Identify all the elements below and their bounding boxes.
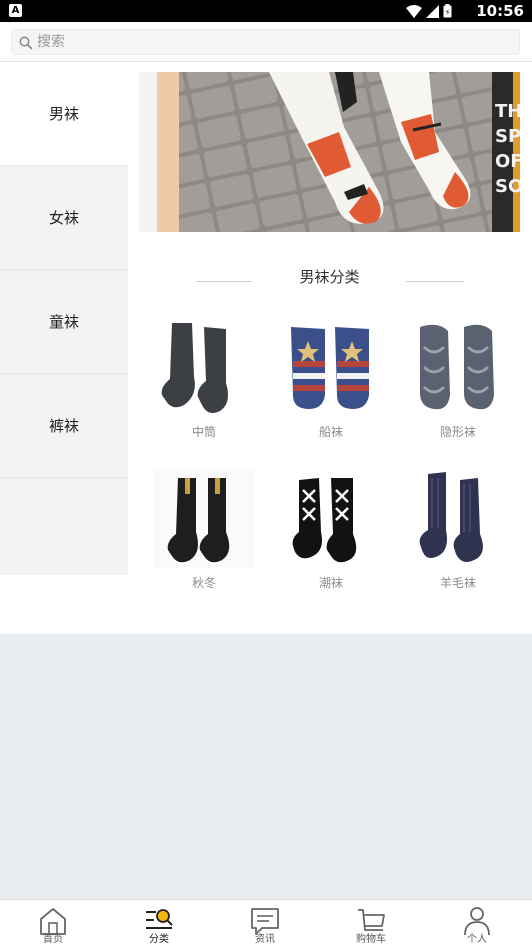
tab-label: 分类 xyxy=(149,934,169,944)
wifi-icon xyxy=(406,4,422,18)
category-label: 秋冬 xyxy=(191,576,216,590)
sock-thumbnail xyxy=(419,472,483,562)
svg-text:TH: TH xyxy=(495,101,520,122)
search-area xyxy=(0,22,532,62)
svg-text:SP: SP xyxy=(495,126,520,147)
tab-label: 首页 xyxy=(43,934,63,944)
category-label: 中筒 xyxy=(191,425,216,439)
category-item-wool[interactable]: 羊毛袜 xyxy=(403,468,513,598)
category-sidebar: 男袜 女袜 童袜 裤袜 xyxy=(0,62,128,575)
section-header: 男袜分类 xyxy=(139,267,520,289)
sidebar-item-kids-socks[interactable]: 童袜 xyxy=(0,270,128,374)
status-time: 10:56 xyxy=(476,2,524,20)
bottom-tab-bar: 首页 分类 资讯 购物车 个人 xyxy=(0,899,532,944)
category-label: 隐形袜 xyxy=(439,425,476,439)
sidebar-item-label: 童袜 xyxy=(48,313,79,331)
category-label: 潮袜 xyxy=(318,576,343,590)
sidebar-item-label: 女袜 xyxy=(48,209,79,227)
sock-thumbnail xyxy=(292,478,357,563)
sock-thumbnail xyxy=(154,468,254,568)
category-label: 羊毛袜 xyxy=(439,576,476,590)
svg-text:⚡: ⚡ xyxy=(445,8,451,17)
sidebar-item-tights[interactable]: 裤袜 xyxy=(0,374,128,478)
promo-banner[interactable]: TH SP OF SO xyxy=(139,72,520,232)
category-label: 船袜 xyxy=(318,425,343,439)
sock-thumbnail xyxy=(420,324,494,410)
search-icon xyxy=(19,36,33,50)
signal-icon xyxy=(426,4,439,18)
tab-label: 个人 xyxy=(467,934,487,944)
tab-label: 购物车 xyxy=(356,934,386,944)
category-item-boat-socks[interactable]: 船袜 xyxy=(276,317,386,447)
tab-home[interactable]: 首页 xyxy=(0,900,106,944)
banner-image: TH SP OF SO xyxy=(139,72,520,232)
section-title: 男袜分类 xyxy=(299,268,360,286)
sock-thumbnail xyxy=(161,323,228,413)
tab-profile[interactable]: 个人 xyxy=(424,900,530,944)
sidebar-item-women-socks[interactable]: 女袜 xyxy=(0,166,128,270)
sidebar-item-label: 男袜 xyxy=(48,105,79,123)
category-screen: A ⚡ 10:56 男袜 女袜 童袜 xyxy=(0,0,532,944)
svg-text:SO: SO xyxy=(495,176,520,197)
category-item-trendy[interactable]: 潮袜 xyxy=(276,468,386,598)
tab-category[interactable]: 分类 xyxy=(106,900,212,944)
content-panel: 男袜 女袜 童袜 裤袜 TH SP OF SO 男袜分类 中筒 船袜 隐形袜 秋… xyxy=(0,62,532,634)
divider-right xyxy=(406,281,464,282)
category-item-autumn-winter[interactable]: 秋冬 xyxy=(149,468,259,598)
battery-icon: ⚡ xyxy=(443,4,452,18)
sidebar-item-label: 裤袜 xyxy=(48,417,79,435)
sidebar-item-men-socks[interactable]: 男袜 xyxy=(0,62,128,166)
search-box[interactable] xyxy=(11,29,520,55)
search-input[interactable] xyxy=(37,32,507,52)
tab-label: 资讯 xyxy=(255,934,275,944)
sock-thumbnail xyxy=(291,327,369,409)
category-item-no-show[interactable]: 隐形袜 xyxy=(403,317,513,447)
tab-cart[interactable]: 购物车 xyxy=(318,900,424,944)
status-bar: A ⚡ 10:56 xyxy=(0,0,532,22)
tab-news[interactable]: 资讯 xyxy=(212,900,318,944)
category-item-mid-calf[interactable]: 中筒 xyxy=(149,317,259,447)
svg-text:OF: OF xyxy=(495,151,520,172)
app-notification-icon: A xyxy=(9,4,22,17)
system-icons: ⚡ xyxy=(406,4,452,18)
